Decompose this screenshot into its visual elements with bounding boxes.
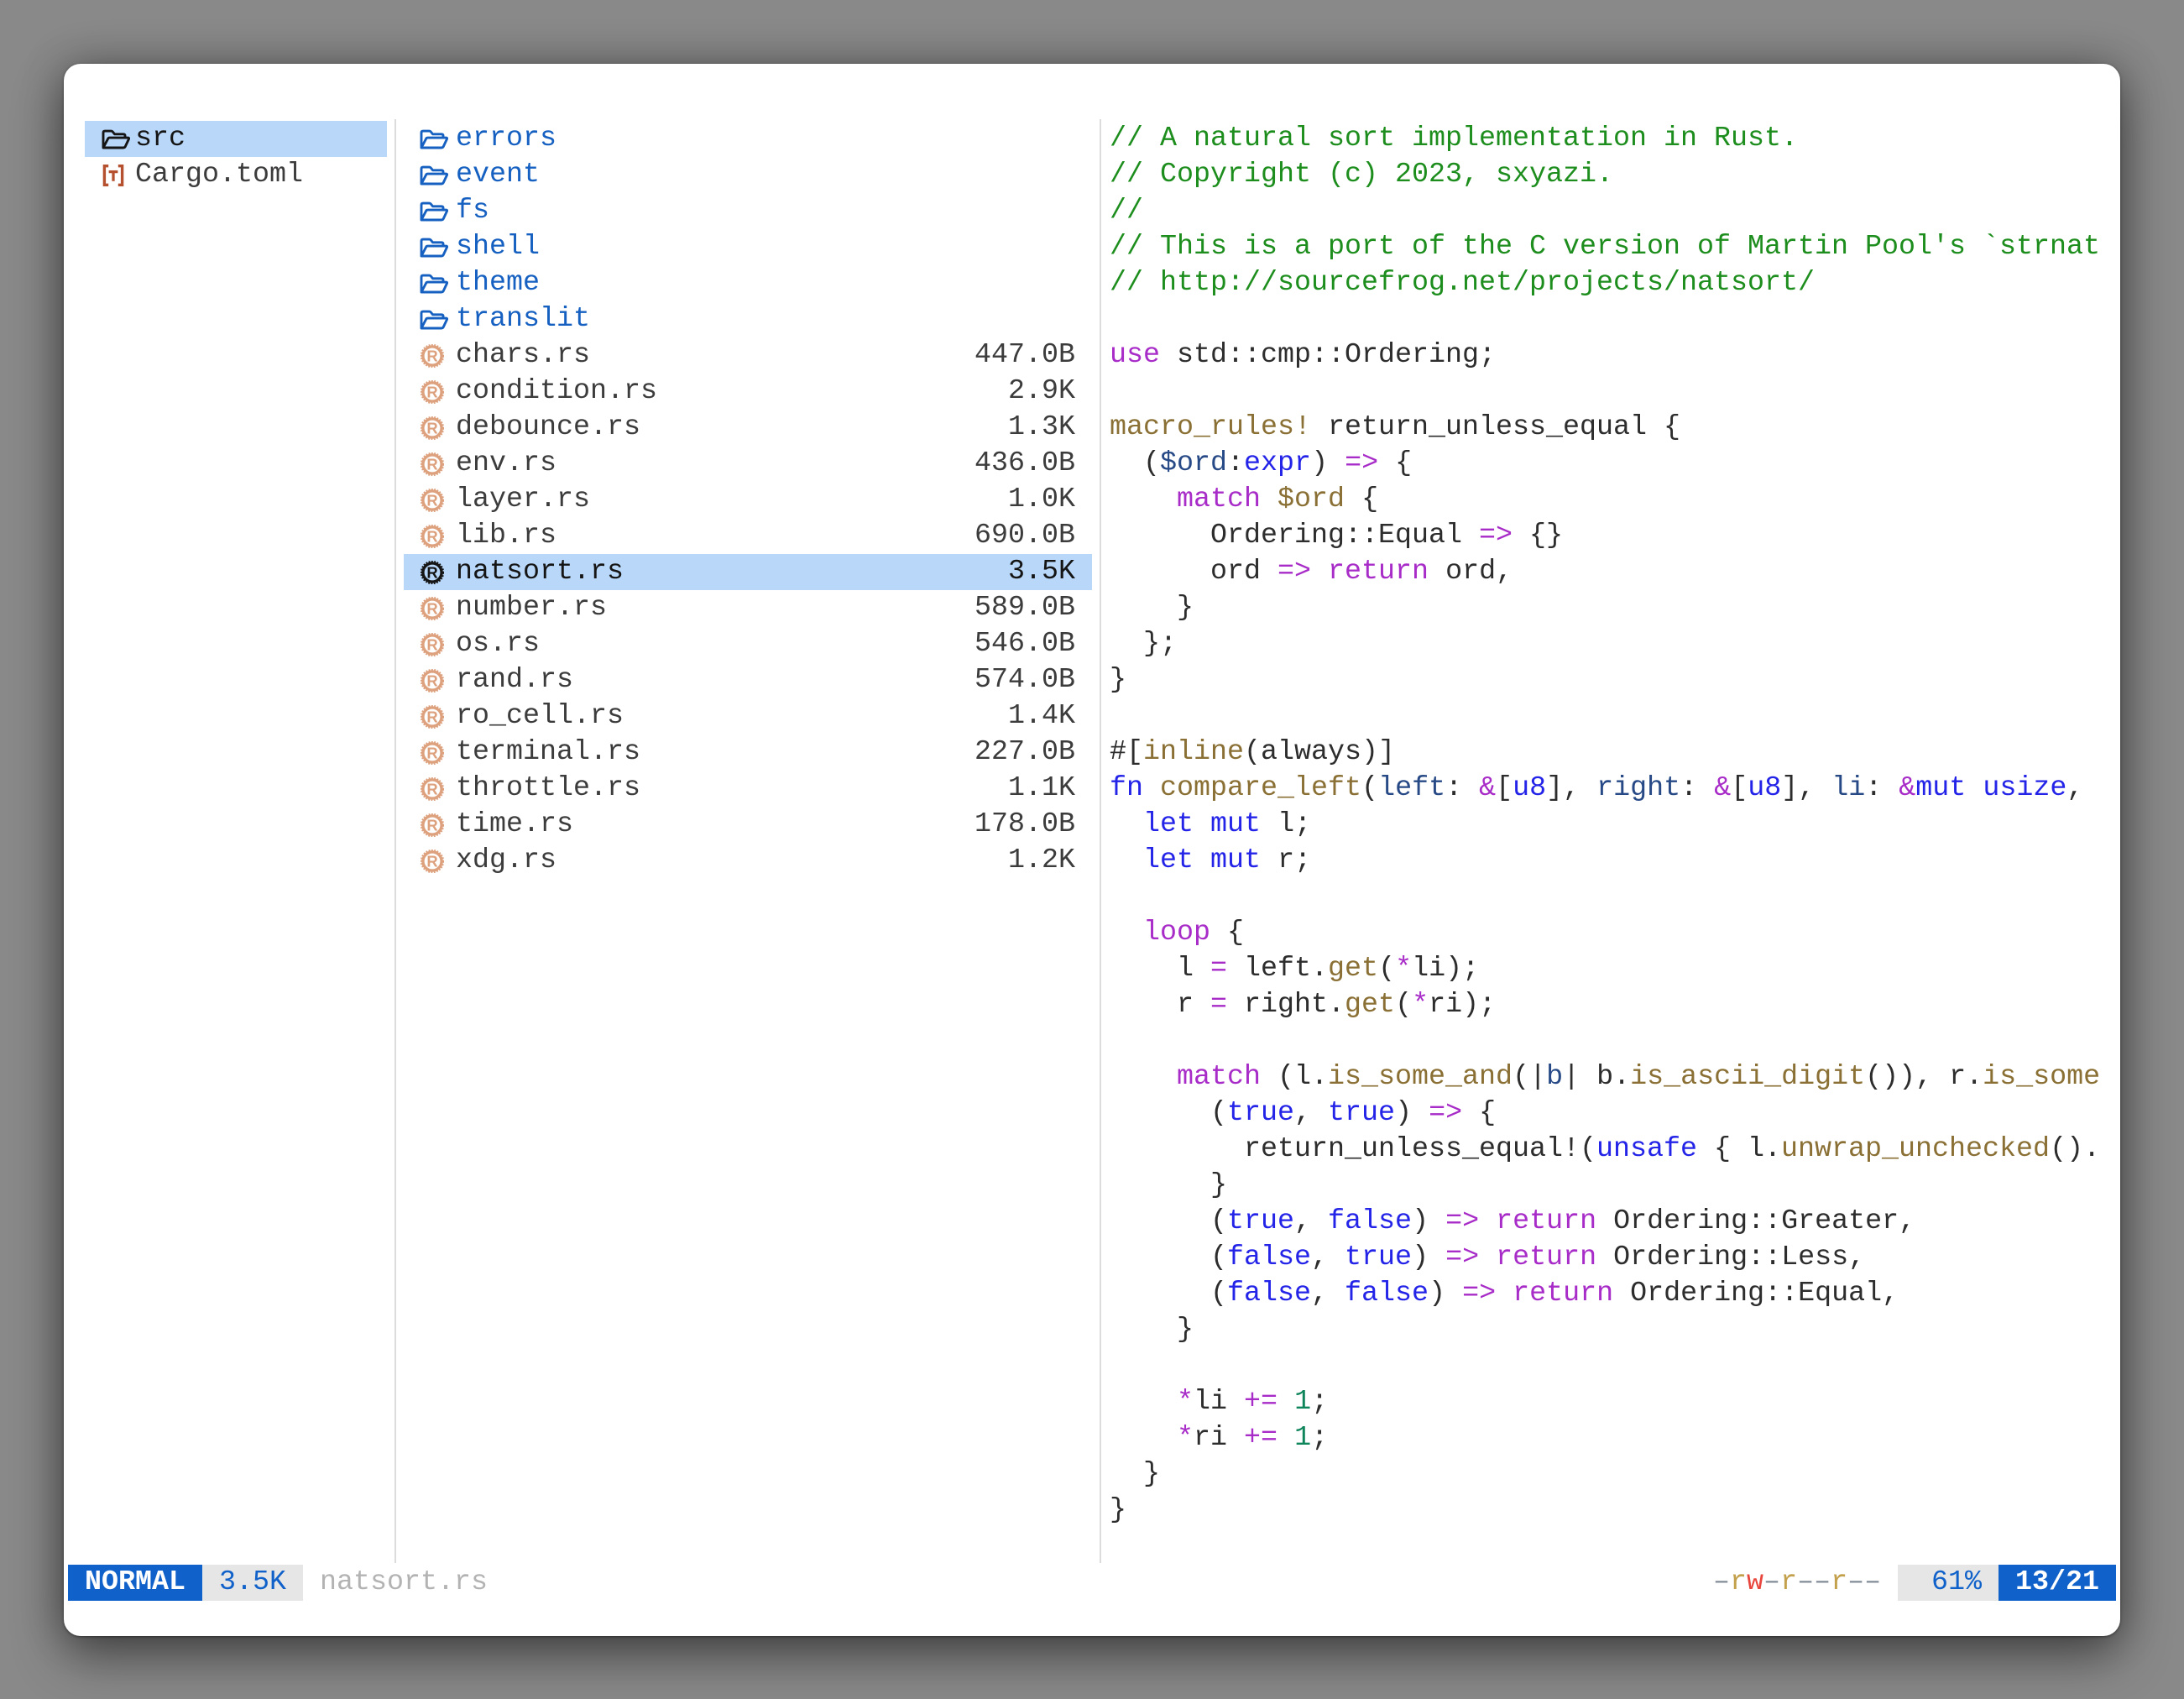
svg-text:R: R [426, 419, 437, 437]
svg-text:R: R [426, 527, 437, 545]
svg-text:R: R [426, 708, 437, 725]
svg-text:R: R [426, 347, 437, 364]
svg-text:R: R [426, 491, 437, 509]
svg-text:R: R [426, 744, 437, 761]
svg-text:R: R [426, 852, 437, 870]
svg-text:R: R [426, 780, 437, 797]
svg-text:R: R [426, 563, 437, 581]
svg-text:R: R [426, 455, 437, 473]
svg-text:R: R [426, 599, 437, 617]
svg-text:R: R [426, 635, 437, 653]
svg-text:R: R [426, 672, 437, 689]
svg-text:R: R [426, 816, 437, 834]
svg-text:R: R [426, 383, 437, 400]
